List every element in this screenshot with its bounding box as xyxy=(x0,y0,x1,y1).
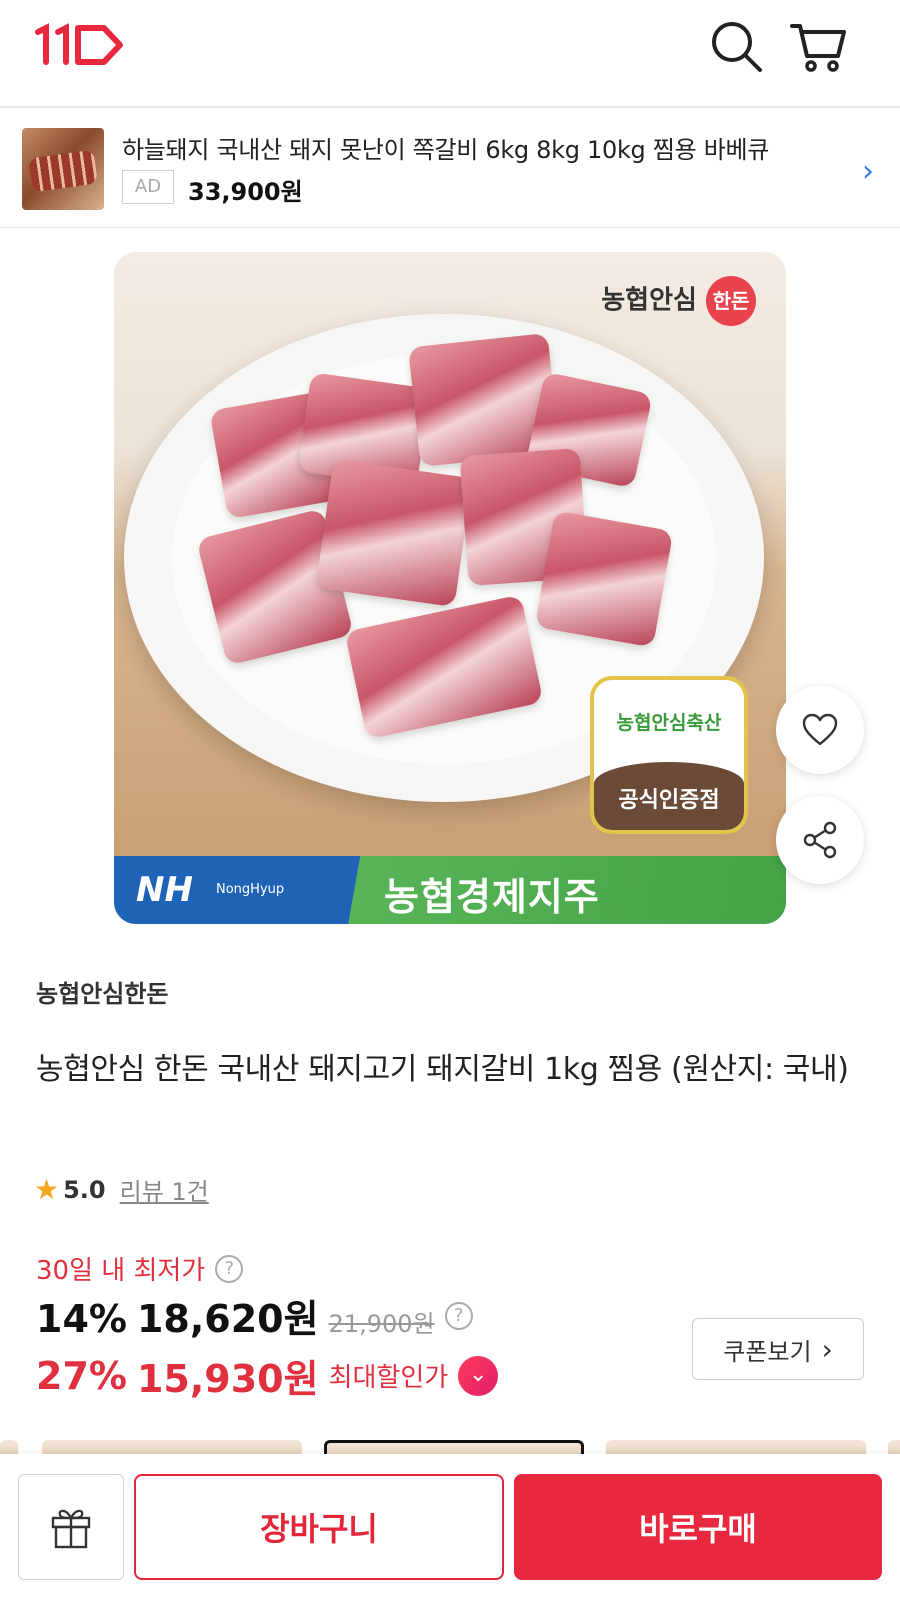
coupon-button[interactable]: 쿠폰보기 › xyxy=(692,1318,864,1380)
star-icon: ★ xyxy=(34,1173,60,1206)
max-discount-rate: 27% xyxy=(36,1353,127,1398)
ad-banner[interactable]: 하늘돼지 국내산 돼지 못난이 쪽갈비 6kg 8kg 10kg 찜용 바베큐 … xyxy=(0,110,900,228)
thumbnail[interactable] xyxy=(42,1440,302,1454)
gift-icon xyxy=(51,1509,91,1549)
thumbnail-selected[interactable] xyxy=(324,1440,584,1454)
sale-price-row: 14% 18,620원 21,900원 ? xyxy=(36,1288,473,1343)
wishlist-button[interactable] xyxy=(776,686,864,774)
product-title: 농협안심 한돈 국내산 돼지고기 돼지갈비 1kg 찜용 (원산지: 국내) xyxy=(36,1052,849,1087)
help-icon[interactable]: ? xyxy=(444,1301,473,1330)
nh-logo: NH xyxy=(136,870,193,910)
ad-price: 33,900원 xyxy=(188,178,303,206)
search-icon[interactable] xyxy=(708,18,764,74)
chevron-right-icon: › xyxy=(821,1332,833,1366)
add-to-cart-button[interactable]: 장바구니 xyxy=(134,1474,504,1580)
brand-logo: 농협안심 한돈 xyxy=(601,276,756,326)
ad-badge: AD xyxy=(122,170,174,204)
max-discount-price: 15,930원 xyxy=(136,1357,319,1401)
ad-thumbnail xyxy=(22,128,104,210)
share-button[interactable] xyxy=(776,796,864,884)
nh-banner: NH NongHyup 농협경제지주 xyxy=(114,856,786,924)
cart-icon[interactable] xyxy=(790,18,846,74)
buy-now-button[interactable]: 바로구매 xyxy=(514,1474,882,1580)
product-image[interactable]: 농협안심 한돈 농협안심축산 공식인증점 NH NongHyup 농협경제지주 xyxy=(114,252,786,924)
11st-logo[interactable] xyxy=(34,22,124,68)
review-link[interactable]: 리뷰 1건 xyxy=(120,1172,209,1207)
nh-sub: NongHyup xyxy=(216,882,285,897)
sale-price: 18,620원 xyxy=(136,1297,319,1341)
certification-badge: 농협안심축산 공식인증점 xyxy=(590,676,748,834)
help-icon[interactable]: ? xyxy=(215,1254,244,1283)
lowest-price-label: 30일 내 최저가 ? xyxy=(36,1250,244,1287)
bottom-action-bar: 장바구니 바로구매 xyxy=(0,1454,900,1614)
thumbnail-strip xyxy=(0,1440,900,1454)
max-discount-label: 최대할인가 xyxy=(328,1363,449,1393)
share-icon xyxy=(803,821,837,859)
rating-score: 5.0 xyxy=(63,1175,106,1204)
max-discount-row: 27% 15,930원 최대할인가 ⌄ xyxy=(36,1348,499,1403)
nh-company: 농협경제지주 xyxy=(384,875,600,919)
chevron-down-icon[interactable]: ⌄ xyxy=(458,1355,499,1396)
seller-name[interactable]: 농협안심한돈 xyxy=(36,974,168,1009)
chevron-right-icon: › xyxy=(862,154,874,189)
heart-icon xyxy=(802,713,838,746)
top-header xyxy=(0,0,900,108)
original-price: 21,900원 xyxy=(328,1310,435,1338)
thumbnail[interactable] xyxy=(606,1440,866,1454)
gift-button[interactable] xyxy=(18,1474,124,1580)
rating-row: ★ 5.0 리뷰 1건 xyxy=(34,1172,209,1207)
discount-rate: 14% xyxy=(36,1297,127,1341)
ad-title: 하늘돼지 국내산 돼지 못난이 쪽갈비 6kg 8kg 10kg 찜용 바베큐 xyxy=(122,136,770,164)
